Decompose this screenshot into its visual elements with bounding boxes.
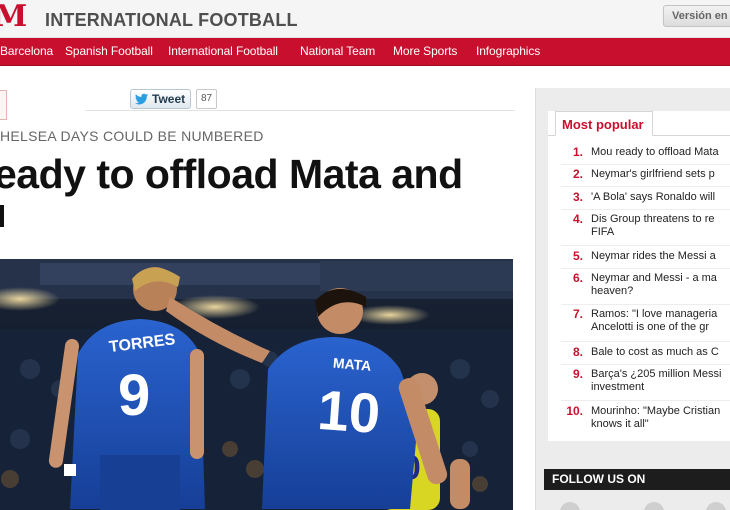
torres-shirt-number: 9 bbox=[118, 363, 150, 428]
popular-item[interactable]: 6. Neymar and Messi - a ma heaven? bbox=[561, 272, 730, 300]
nav-item-spanish-football[interactable]: Spanish Football bbox=[65, 44, 153, 58]
share-divider bbox=[85, 110, 515, 111]
popular-rank: 6. bbox=[572, 272, 583, 285]
article-kicker: HELSEA DAYS COULD BE NUMBERED bbox=[0, 128, 264, 144]
headline-second-line-fragment bbox=[0, 205, 4, 227]
main-nav: Barcelona Spanish Football International… bbox=[0, 38, 730, 66]
popular-item[interactable]: 9. Barça's ¿205 million Messi investment bbox=[561, 368, 730, 396]
list-divider bbox=[561, 164, 730, 165]
popular-item[interactable]: 3. 'A Bola' says Ronaldo will bbox=[561, 191, 730, 205]
popular-item[interactable]: 1. Mou ready to offload Mata bbox=[561, 146, 730, 160]
list-divider bbox=[561, 304, 730, 305]
popular-item[interactable]: 7. Ramos: "I love manageria Ancelotti is … bbox=[561, 308, 730, 336]
popular-item[interactable]: 8. Bale to cost as much as C bbox=[561, 346, 730, 360]
article-headline: eady to offload Mata and bbox=[0, 151, 463, 197]
players-photo-illustration: 10 TORRES 9 MATA 10 bbox=[0, 259, 513, 510]
tweet-label: Tweet bbox=[152, 92, 186, 106]
popular-rank: 10. bbox=[566, 405, 583, 418]
nav-item-national-team[interactable]: National Team bbox=[300, 44, 375, 58]
popular-title: Mourinho: "Maybe Cristian knows it all" bbox=[591, 405, 721, 430]
list-divider bbox=[561, 268, 730, 269]
article-photo[interactable]: 10 TORRES 9 MATA 10 bbox=[0, 259, 513, 510]
marca-article-page: M INTERNATIONAL FOOTBALL Versión en Barc… bbox=[0, 0, 730, 510]
popular-title: Neymar's girlfriend sets p bbox=[591, 168, 715, 180]
tab-most-popular[interactable]: Most popular bbox=[555, 111, 653, 136]
social-icon bbox=[644, 502, 664, 510]
popular-title: Barça's ¿205 million Messi investment bbox=[591, 368, 722, 393]
popular-rank: 7. bbox=[572, 308, 583, 321]
popular-item[interactable]: 10. Mourinho: "Maybe Cristian knows it al… bbox=[561, 405, 730, 433]
site-logo[interactable]: M bbox=[0, 1, 27, 33]
popular-rank: 4. bbox=[572, 213, 583, 226]
social-icons-row bbox=[548, 494, 730, 510]
popular-rank: 1. bbox=[572, 146, 583, 159]
popular-rank: 2. bbox=[572, 168, 583, 181]
list-divider bbox=[561, 245, 730, 246]
popular-title: Ramos: "I love manageria Ancelotti is one… bbox=[591, 308, 718, 333]
section-title: INTERNATIONAL FOOTBALL bbox=[45, 10, 298, 30]
list-divider bbox=[561, 209, 730, 210]
popular-rank: 9. bbox=[572, 368, 583, 381]
popular-title: Neymar rides the Messi a bbox=[591, 250, 716, 262]
list-divider bbox=[561, 341, 730, 342]
popular-title: Mou ready to offload Mata bbox=[591, 146, 719, 158]
nav-item-international-football[interactable]: International Football bbox=[168, 44, 278, 58]
tweet-button[interactable]: Tweet bbox=[130, 89, 191, 109]
popular-rank: 8. bbox=[572, 346, 583, 359]
nav-item-more-sports[interactable]: More Sports bbox=[393, 44, 457, 58]
mata-shirt-number: 10 bbox=[316, 378, 383, 445]
mata-shirt-name: MATA bbox=[332, 355, 372, 374]
site-header: M INTERNATIONAL FOOTBALL Versión en bbox=[0, 0, 730, 38]
follow-us-header: FOLLOW US ON bbox=[544, 469, 730, 490]
popular-rank: 3. bbox=[572, 191, 583, 204]
popular-rank: 5. bbox=[572, 250, 583, 263]
list-divider bbox=[561, 400, 730, 401]
popular-item[interactable]: 5. Neymar rides the Messi a bbox=[561, 250, 730, 264]
twitter-bird-icon bbox=[135, 93, 148, 105]
popular-title: 'A Bola' says Ronaldo will bbox=[591, 191, 716, 203]
popular-item[interactable]: 4. Dis Group threatens to re FIFA bbox=[561, 213, 730, 241]
nav-item-infographics[interactable]: Infographics bbox=[476, 44, 540, 58]
popular-title: Bale to cost as much as C bbox=[591, 346, 719, 358]
nav-item-barcelona[interactable]: Barcelona bbox=[0, 44, 53, 58]
social-icon bbox=[560, 502, 580, 510]
popular-title: Neymar and Messi - a ma heaven? bbox=[591, 272, 717, 297]
tweet-count: 87 bbox=[196, 89, 217, 109]
popular-item[interactable]: 2. Neymar's girlfriend sets p bbox=[561, 168, 730, 182]
popular-title: Dis Group threatens to re FIFA bbox=[591, 213, 715, 238]
list-divider bbox=[561, 186, 730, 187]
language-version-button[interactable]: Versión en bbox=[663, 5, 730, 27]
social-icon bbox=[706, 502, 726, 510]
bookmark-marker bbox=[0, 90, 7, 120]
list-divider bbox=[561, 364, 730, 365]
